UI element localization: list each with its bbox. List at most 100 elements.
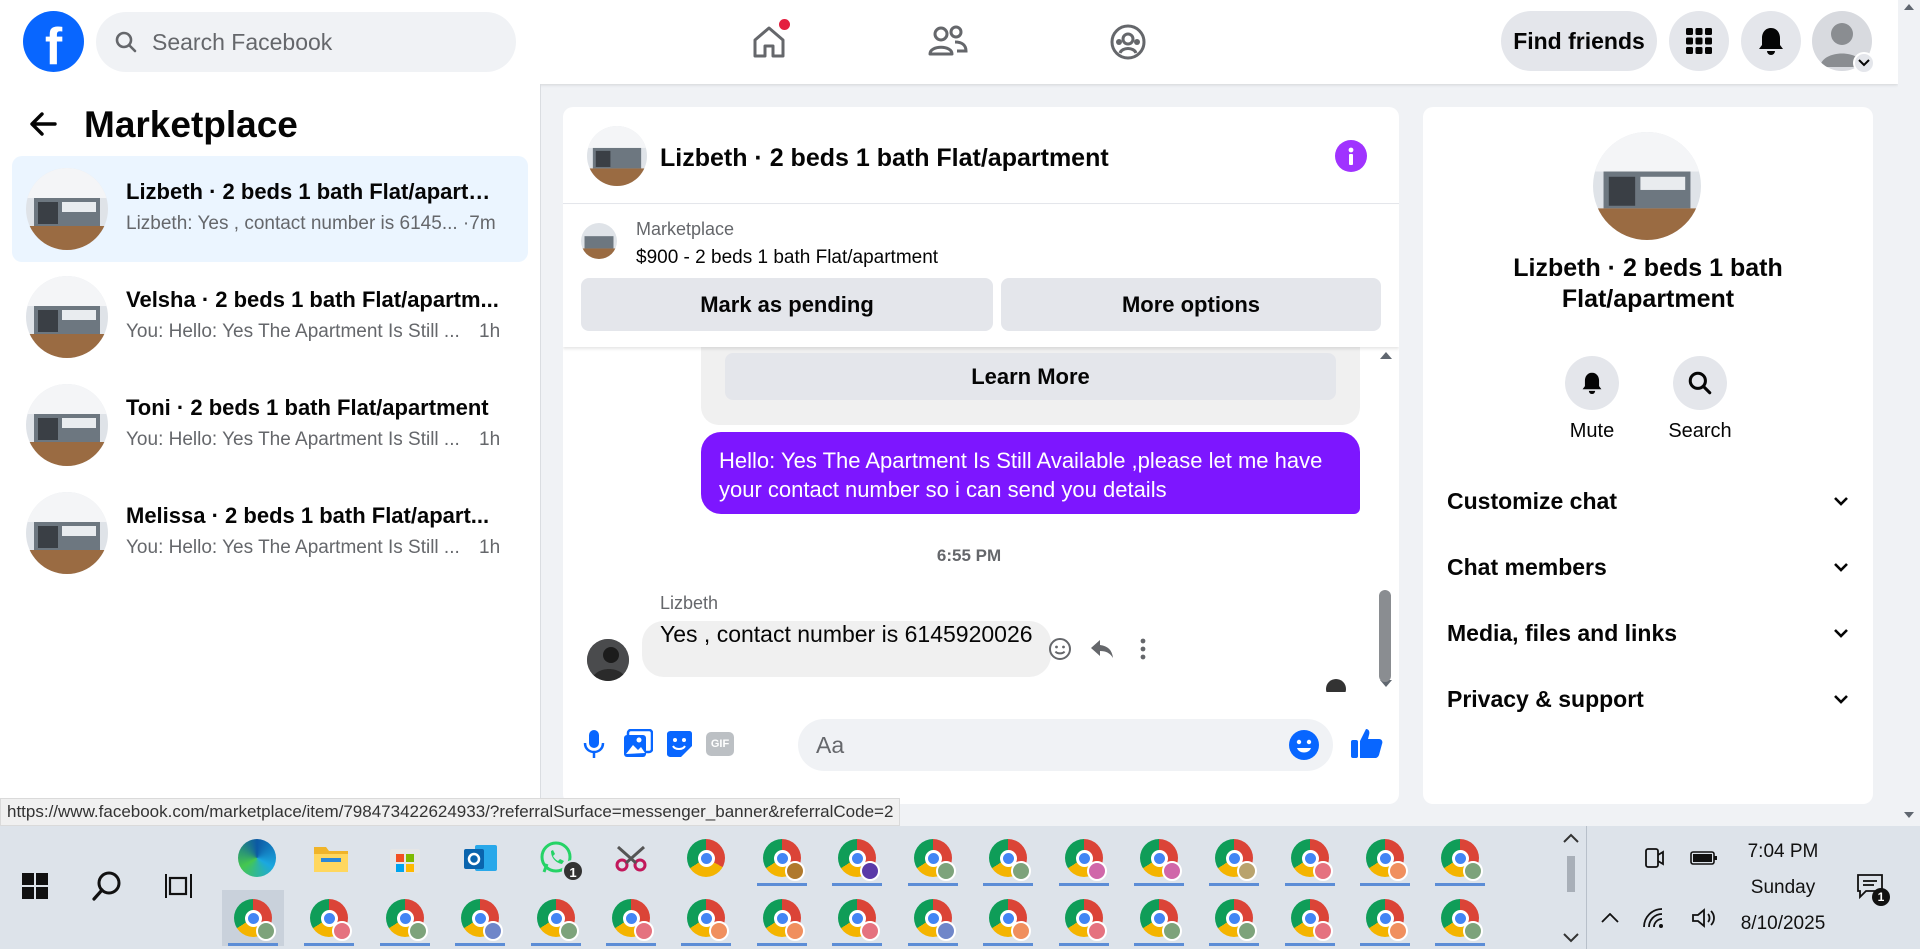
chat-scrollbar-thumb[interactable] <box>1379 590 1391 682</box>
react-emoji-icon[interactable] <box>1046 635 1074 663</box>
chrome-profile-icon[interactable] <box>1429 830 1491 886</box>
find-friends-button[interactable]: Find friends <box>1501 11 1657 71</box>
photo-icon[interactable] <box>621 727 655 761</box>
marketplace-title: Marketplace <box>84 104 298 145</box>
chat-details-avatar[interactable] <box>1593 132 1701 240</box>
chrome-profile-icon[interactable] <box>1203 890 1265 946</box>
chat-members-section[interactable]: Chat members <box>1447 541 1849 593</box>
windows-start-button[interactable] <box>4 858 66 914</box>
chevron-down-icon <box>1834 563 1848 572</box>
microsoft-store-icon[interactable] <box>374 830 436 886</box>
search-conversation-icon[interactable] <box>1673 356 1727 410</box>
emoji-icon[interactable] <box>1288 729 1320 761</box>
chrome-profile-icon[interactable] <box>1429 890 1491 946</box>
sender-avatar[interactable] <box>587 639 629 681</box>
chrome-profile-icon[interactable] <box>1354 890 1416 946</box>
chrome-profile-icon[interactable] <box>751 830 813 886</box>
sticker-icon[interactable] <box>662 727 696 761</box>
chrome-profile-icon[interactable] <box>977 890 1039 946</box>
chrome-profile-icon[interactable] <box>374 890 436 946</box>
facebook-logo[interactable]: f <box>23 11 84 72</box>
chrome-profile-icon[interactable] <box>675 890 737 946</box>
learn-more-button[interactable]: Learn More <box>725 353 1336 400</box>
privacy-support-section[interactable]: Privacy & support <box>1447 673 1849 725</box>
reply-icon[interactable] <box>1088 635 1116 663</box>
edge-app-icon[interactable] <box>226 830 288 886</box>
page-scrollbar[interactable] <box>1898 0 1920 826</box>
outgoing-message[interactable]: Hello: Yes The Apartment Is Still Availa… <box>701 432 1360 514</box>
search-action[interactable]: Search <box>1650 356 1750 443</box>
gif-icon[interactable]: GIF <box>703 727 737 761</box>
customize-chat-section[interactable]: Customize chat <box>1447 475 1849 527</box>
mark-as-pending-button[interactable]: Mark as pending <box>581 278 993 331</box>
chrome-profile-icon[interactable] <box>751 890 813 946</box>
listing-message-card: Learn More <box>701 347 1360 425</box>
chrome-profile-icon[interactable] <box>826 830 888 886</box>
home-nav-button[interactable] <box>745 18 793 66</box>
taskbar-search-icon[interactable] <box>76 858 138 914</box>
snipping-tool-icon[interactable] <box>600 830 662 886</box>
chrome-profile-icon[interactable] <box>222 890 284 946</box>
chrome-profile-icon[interactable] <box>1279 830 1341 886</box>
outlook-icon[interactable] <box>450 830 512 886</box>
chrome-profile-icon[interactable] <box>1128 890 1190 946</box>
incoming-message[interactable]: Yes , contact number is 6145920026 <box>642 621 1051 677</box>
chrome-profile-icon[interactable] <box>600 890 662 946</box>
media-files-links-section[interactable]: Media, files and links <box>1447 607 1849 659</box>
chrome-profile-icon[interactable] <box>525 890 587 946</box>
conversation-list-panel: Marketplace Lizbeth · 2 beds 1 bath Flat… <box>0 84 541 826</box>
whatsapp-icon[interactable]: 1 <box>526 830 588 886</box>
account-menu-chevron-icon[interactable] <box>1853 52 1875 74</box>
more-actions-icon[interactable] <box>1129 635 1157 663</box>
chrome-profile-icon[interactable] <box>298 890 360 946</box>
chrome-profile-icon[interactable] <box>1354 830 1416 886</box>
listing-thumbnail <box>26 168 108 250</box>
conversation-item[interactable]: Melissa · 2 beds 1 bath Flat/apart... Yo… <box>12 480 528 586</box>
chrome-profile-icon[interactable] <box>902 890 964 946</box>
chrome-profile-icon[interactable] <box>1279 890 1341 946</box>
chrome-profile-icon[interactable] <box>449 890 511 946</box>
listing-price-title[interactable]: $900 - 2 beds 1 bath Flat/apartment <box>636 247 938 269</box>
message-input-box[interactable] <box>798 719 1333 771</box>
apps-grid-icon <box>1685 27 1713 55</box>
menu-button[interactable] <box>1669 11 1729 71</box>
notifications-button[interactable] <box>1741 11 1801 71</box>
chat-details-title-text: Lizbeth · 2 beds 1 bath Flat/apartment <box>1513 254 1783 313</box>
friends-nav-button[interactable] <box>924 18 972 66</box>
chrome-profile-icon[interactable] <box>1128 830 1190 886</box>
back-arrow-icon[interactable] <box>28 110 58 138</box>
more-options-button[interactable]: More options <box>1001 278 1381 331</box>
groups-nav-button[interactable] <box>1104 18 1152 66</box>
conversation-item[interactable]: Velsha · 2 beds 1 bath Flat/apartm... Yo… <box>12 264 528 370</box>
notification-center-icon[interactable]: 1 <box>1842 858 1898 914</box>
message-input[interactable] <box>816 719 1266 771</box>
file-explorer-icon[interactable] <box>300 830 362 886</box>
search-input[interactable] <box>152 28 492 56</box>
windows-taskbar: 1 7:04 PM Sunday 8/10/2025 1 <box>0 826 1920 949</box>
chrome-profile-icon[interactable] <box>826 890 888 946</box>
mute-bell-icon[interactable] <box>1565 356 1619 410</box>
chrome-icon[interactable] <box>675 830 737 886</box>
message-thread[interactable]: Learn More Hello: Yes The Apartment Is S… <box>563 347 1399 692</box>
sender-name: Lizbeth <box>660 593 719 613</box>
wifi-icon[interactable] <box>1626 890 1682 946</box>
meet-now-icon[interactable] <box>1626 830 1682 886</box>
search-box[interactable] <box>96 12 516 72</box>
chat-avatar[interactable] <box>587 126 647 186</box>
info-icon[interactable] <box>1335 140 1367 172</box>
chrome-profile-icon[interactable] <box>902 830 964 886</box>
microphone-icon[interactable] <box>577 727 611 761</box>
conversation-item[interactable]: Lizbeth · 2 beds 1 bath Flat/apartm... L… <box>12 156 528 262</box>
chrome-profile-icon[interactable] <box>977 830 1039 886</box>
mute-action[interactable]: Mute <box>1542 356 1642 443</box>
like-thumb-icon[interactable] <box>1347 723 1387 763</box>
listing-thumbnail[interactable] <box>581 223 617 259</box>
chrome-profile-icon[interactable] <box>1203 830 1265 886</box>
listing-thumbnail <box>26 276 108 358</box>
chrome-profile-icon[interactable] <box>1053 890 1115 946</box>
task-view-icon[interactable] <box>148 858 210 914</box>
message-timestamp: 6:55 PM <box>936 546 1002 565</box>
chat-title[interactable]: Lizbeth · 2 beds 1 bath Flat/apartment <box>660 144 1109 173</box>
chrome-profile-icon[interactable] <box>1053 830 1115 886</box>
conversation-item[interactable]: Toni · 2 beds 1 bath Flat/apartment You:… <box>12 372 528 478</box>
